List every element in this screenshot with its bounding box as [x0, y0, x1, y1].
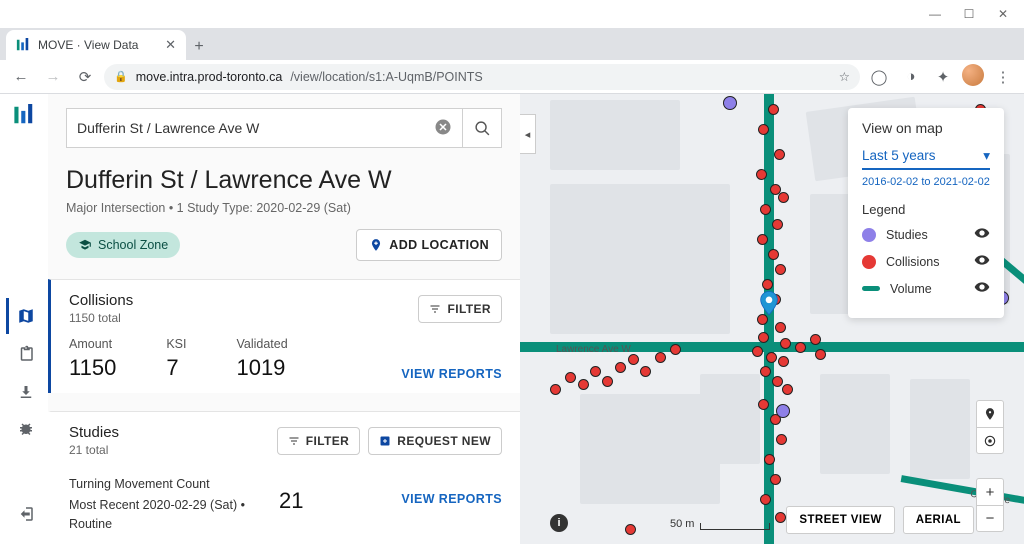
collisions-filter-button[interactable]: FILTER: [418, 295, 502, 323]
tab-title: MOVE · View Data: [38, 38, 138, 52]
address-bar[interactable]: 🔒 move.intra.prod-toronto.ca/view/locati…: [104, 64, 860, 90]
collisions-view-reports-link[interactable]: VIEW REPORTS: [401, 367, 502, 381]
nav-clipboard[interactable]: [6, 336, 42, 372]
nav-download[interactable]: [6, 374, 42, 410]
date-range-select[interactable]: Last 5 years ▾: [862, 148, 990, 170]
request-new-button[interactable]: REQUEST NEW: [368, 427, 502, 455]
studies-view-reports-link[interactable]: VIEW REPORTS: [401, 492, 502, 506]
new-tab-button[interactable]: +: [186, 34, 212, 60]
extension-icon[interactable]: ◯: [866, 64, 892, 90]
stat-amount: Amount 1150: [69, 337, 116, 381]
page-subtitle: Major Intersection • 1 Study Type: 2020-…: [66, 201, 502, 215]
forward-button[interactable]: →: [40, 64, 66, 90]
visibility-toggle[interactable]: [974, 252, 990, 271]
chevron-down-icon: ▾: [983, 148, 990, 164]
stat-ksi: KSI 7: [166, 337, 186, 381]
nav-bug[interactable]: [6, 412, 42, 448]
minimize-button[interactable]: ―: [918, 3, 952, 25]
stat-validated: Validated 1019: [236, 337, 287, 381]
collisions-total: 1150 total: [69, 311, 133, 325]
date-range-text: 2016-02-02 to 2021-02-02: [862, 176, 990, 188]
legend-item-collisions: Collisions: [862, 252, 990, 271]
studies-card: Studies 21 total FILTER REQUEST NEW: [48, 411, 520, 544]
browser-toolbar: ← → ⟳ 🔒 move.intra.prod-toronto.ca/view/…: [0, 60, 1024, 94]
app-logo: [13, 104, 35, 126]
star-icon[interactable]: ☆: [839, 69, 850, 84]
map-scale: 50 m: [670, 518, 770, 530]
url-host: move.intra.prod-toronto.ca: [136, 70, 283, 84]
add-location-button[interactable]: ADD LOCATION: [356, 229, 502, 261]
lock-icon: 🔒: [114, 70, 128, 83]
school-zone-chip: School Zone: [66, 232, 180, 258]
extension-icon[interactable]: ◑: [898, 64, 924, 90]
studies-count: 21: [279, 488, 303, 514]
map-legend-panel: View on map Last 5 years ▾ 2016-02-02 to…: [848, 108, 1004, 318]
plus-icon: [379, 435, 391, 447]
zoom-out-button[interactable]: −: [977, 505, 1003, 531]
study-recent: Most Recent 2020-02-29 (Sat) • Routine: [69, 496, 269, 534]
location-search-input[interactable]: Dufferin St / Lawrence Ave W: [66, 108, 462, 148]
collisions-card: Collisions 1150 total FILTER Amount 1150…: [48, 279, 520, 393]
swatch-icon: [862, 228, 876, 242]
back-button[interactable]: ←: [8, 64, 34, 90]
visibility-toggle[interactable]: [974, 279, 990, 298]
tab-favicon: [16, 38, 30, 52]
page-title: Dufferin St / Lawrence Ave W: [66, 166, 502, 195]
browser-tabstrip: MOVE · View Data ✕ +: [0, 28, 1024, 60]
profile-avatar[interactable]: [962, 64, 984, 86]
studies-filter-button[interactable]: FILTER: [277, 427, 361, 455]
zoom-controls: + −: [976, 478, 1004, 532]
study-type: Turning Movement Count: [69, 475, 269, 494]
kebab-menu-icon[interactable]: ⋮: [990, 64, 1016, 90]
legend-label: Legend: [862, 202, 990, 217]
legend-title: View on map: [862, 120, 990, 136]
clear-search-icon[interactable]: [434, 118, 452, 139]
pin-mode-button[interactable]: [977, 401, 1003, 427]
studies-total: 21 total: [69, 443, 119, 457]
zoom-in-button[interactable]: +: [977, 479, 1003, 505]
visibility-toggle[interactable]: [974, 225, 990, 244]
aerial-button[interactable]: AERIAL: [903, 506, 974, 534]
window-titlebar: ― ☐ ✕: [0, 0, 1024, 28]
search-button[interactable]: [462, 108, 502, 148]
close-window-button[interactable]: ✕: [986, 3, 1020, 25]
swatch-icon: [862, 255, 876, 269]
reload-button[interactable]: ⟳: [72, 64, 98, 90]
details-panel: Dufferin St / Lawrence Ave W Dufferin St…: [48, 94, 520, 544]
url-path: /view/location/s1:A-UqmB/POINTS: [290, 70, 482, 84]
swatch-icon: [862, 286, 880, 291]
collapse-panel-button[interactable]: ◂: [520, 114, 536, 154]
legend-item-studies: Studies: [862, 225, 990, 244]
extensions-icon[interactable]: ✦: [930, 64, 956, 90]
map-info-button[interactable]: i: [550, 514, 568, 532]
street-label: Lawrence Ave W: [556, 344, 631, 355]
location-pin-icon: [759, 291, 779, 317]
school-icon: [78, 238, 92, 252]
left-nav-rail: [0, 94, 48, 544]
filter-icon: [288, 435, 300, 447]
legend-item-volume: Volume: [862, 279, 990, 298]
map-canvas[interactable]: ◂ Lawrence Ave W Cork Ave: [520, 94, 1024, 544]
map-mode-controls: [976, 400, 1004, 454]
pin-plus-icon: [369, 238, 383, 252]
nav-map[interactable]: [6, 298, 42, 334]
street-view-button[interactable]: STREET VIEW: [786, 506, 894, 534]
search-value: Dufferin St / Lawrence Ave W: [77, 120, 259, 136]
studies-heading: Studies: [69, 424, 119, 441]
maximize-button[interactable]: ☐: [952, 3, 986, 25]
locate-button[interactable]: [977, 427, 1003, 453]
browser-tab[interactable]: MOVE · View Data ✕: [6, 30, 186, 60]
nav-logout[interactable]: [6, 496, 42, 532]
tab-close-icon[interactable]: ✕: [165, 37, 176, 53]
filter-icon: [429, 303, 441, 315]
collisions-heading: Collisions: [69, 292, 133, 309]
